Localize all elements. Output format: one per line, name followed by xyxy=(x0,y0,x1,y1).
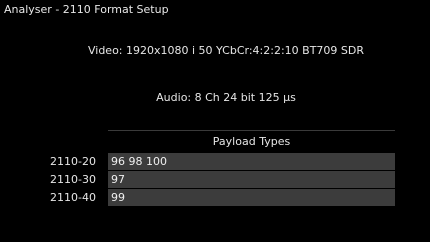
audio-format-info: Audio: 8 Ch 24 bit 125 µs xyxy=(156,91,296,104)
payload-value-field[interactable]: 96 98 100 xyxy=(108,153,395,170)
payload-row-label: 2110-30 xyxy=(50,173,96,186)
window-title: Analyser - 2110 Format Setup xyxy=(4,3,169,16)
payload-row-2110-40: 2110-40 99 xyxy=(0,189,430,206)
payload-value-field[interactable]: 99 xyxy=(108,189,395,206)
payload-types-header: Payload Types xyxy=(108,130,395,150)
payload-row-2110-30: 2110-30 97 xyxy=(0,171,430,188)
payload-value-field[interactable]: 97 xyxy=(108,171,395,188)
payload-types-table: 2110-20 96 98 100 2110-30 97 2110-40 99 xyxy=(0,153,430,207)
video-format-info: Video: 1920x1080 i 50 YCbCr:4:2:2:10 BT7… xyxy=(87,44,365,57)
payload-row-2110-20: 2110-20 96 98 100 xyxy=(0,153,430,170)
payload-row-label: 2110-40 xyxy=(50,191,96,204)
payload-row-label: 2110-20 xyxy=(50,155,96,168)
